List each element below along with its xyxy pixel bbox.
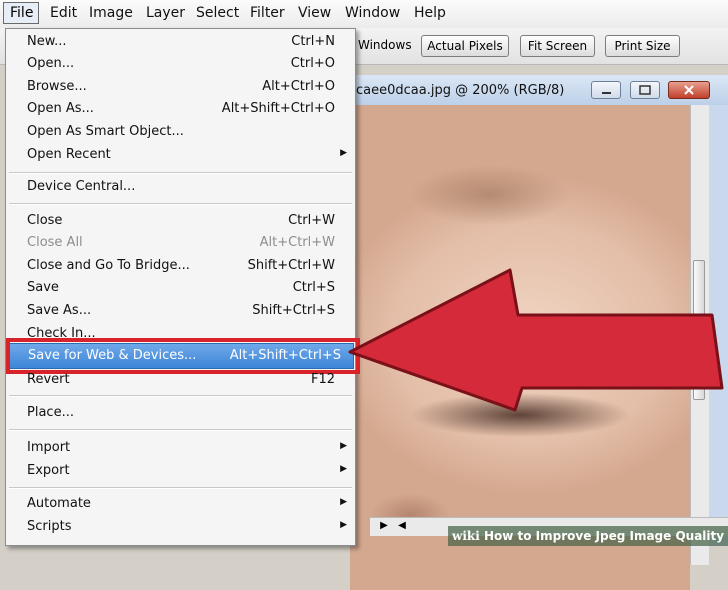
close-window-button[interactable]: [668, 81, 710, 99]
menu-item-new[interactable]: New...: [27, 34, 67, 49]
shortcut-close-all: Alt+Ctrl+W: [259, 235, 335, 250]
file-menu: New... Ctrl+N Open... Ctrl+O Browse... A…: [5, 28, 360, 546]
windows-label: Windows: [358, 38, 412, 52]
shortcut-new: Ctrl+N: [291, 34, 335, 49]
menu-edit[interactable]: Edit: [50, 5, 77, 21]
shortcut-open-as: Alt+Shift+Ctrl+O: [221, 101, 335, 116]
menu-layer[interactable]: Layer: [146, 5, 185, 21]
menu-help[interactable]: Help: [414, 5, 446, 21]
menu-item-scripts[interactable]: Scripts: [27, 519, 71, 534]
document-title: caee0dcaa.jpg @ 200% (RGB/8): [356, 83, 565, 98]
menu-item-save[interactable]: Save: [27, 280, 59, 295]
submenu-arrow-icon: ▶: [340, 148, 347, 158]
shortcut-browse: Alt+Ctrl+O: [262, 79, 335, 94]
menu-file[interactable]: File: [3, 2, 39, 24]
menu-filter[interactable]: Filter: [250, 5, 285, 21]
menu-item-browse[interactable]: Browse...: [27, 79, 87, 94]
menu-item-open[interactable]: Open...: [27, 56, 74, 71]
menu-item-automate[interactable]: Automate: [27, 496, 91, 511]
menu-item-export[interactable]: Export: [27, 463, 70, 478]
menu-file-label: File: [10, 5, 34, 21]
menu-separator: [9, 429, 352, 431]
wiki-logo: wiki: [452, 529, 480, 543]
document-title-bar[interactable]: caee0dcaa.jpg @ 200% (RGB/8): [350, 75, 728, 105]
menu-item-close[interactable]: Close: [27, 213, 62, 228]
menu-item-open-recent[interactable]: Open Recent: [27, 147, 111, 162]
shortcut-revert: F12: [310, 372, 335, 387]
submenu-arrow-icon: ▶: [340, 441, 347, 451]
menu-item-open-as[interactable]: Open As...: [27, 101, 94, 116]
menu-item-close-all: Close All: [27, 235, 83, 250]
submenu-arrow-icon: ▶: [340, 520, 347, 530]
wikihow-banner: wiki How to Improve Jpeg Image Quality: [448, 526, 728, 546]
pointer-arrow-icon: [348, 268, 724, 412]
banner-title: How to Improve Jpeg Image Quality: [483, 529, 725, 543]
shortcut-open: Ctrl+O: [290, 56, 335, 71]
shortcut-close-go-to-bridge: Shift+Ctrl+W: [247, 258, 335, 273]
minimize-icon: [602, 92, 611, 94]
menu-window[interactable]: Window: [345, 5, 400, 21]
maximize-button[interactable]: [630, 81, 660, 99]
highlight-annotation-box: [6, 338, 360, 374]
scroll-left-icon[interactable]: ◀: [395, 520, 409, 534]
shortcut-save-as: Shift+Ctrl+S: [252, 303, 335, 318]
close-icon: [684, 85, 694, 95]
menu-view[interactable]: View: [298, 5, 331, 21]
menu-separator: [9, 203, 352, 205]
menu-separator: [9, 172, 352, 174]
print-size-button[interactable]: Print Size: [605, 35, 680, 57]
menu-bar: File Edit Image Layer Select Filter View…: [0, 0, 728, 29]
minimize-button[interactable]: [591, 81, 621, 99]
fit-screen-button[interactable]: Fit Screen: [520, 35, 595, 57]
shortcut-save: Ctrl+S: [292, 280, 335, 295]
menu-item-device-central[interactable]: Device Central...: [27, 179, 135, 194]
menu-item-revert[interactable]: Revert: [27, 372, 70, 387]
menu-item-save-as[interactable]: Save As...: [27, 303, 91, 318]
menu-image[interactable]: Image: [89, 5, 133, 21]
menu-item-close-go-to-bridge[interactable]: Close and Go To Bridge...: [27, 258, 190, 273]
maximize-icon: [639, 85, 651, 95]
submenu-arrow-icon: ▶: [340, 497, 347, 507]
submenu-arrow-icon: ▶: [340, 464, 347, 474]
menu-separator: [9, 395, 352, 397]
menu-select[interactable]: Select: [196, 5, 239, 21]
menu-item-import[interactable]: Import: [27, 440, 70, 455]
menu-item-open-smart-object[interactable]: Open As Smart Object...: [27, 124, 184, 139]
scroll-right-icon[interactable]: ▶: [377, 520, 391, 534]
actual-pixels-button[interactable]: Actual Pixels: [421, 35, 509, 57]
menu-separator: [9, 487, 352, 489]
shortcut-close: Ctrl+W: [288, 213, 335, 228]
menu-item-place[interactable]: Place...: [27, 405, 74, 420]
